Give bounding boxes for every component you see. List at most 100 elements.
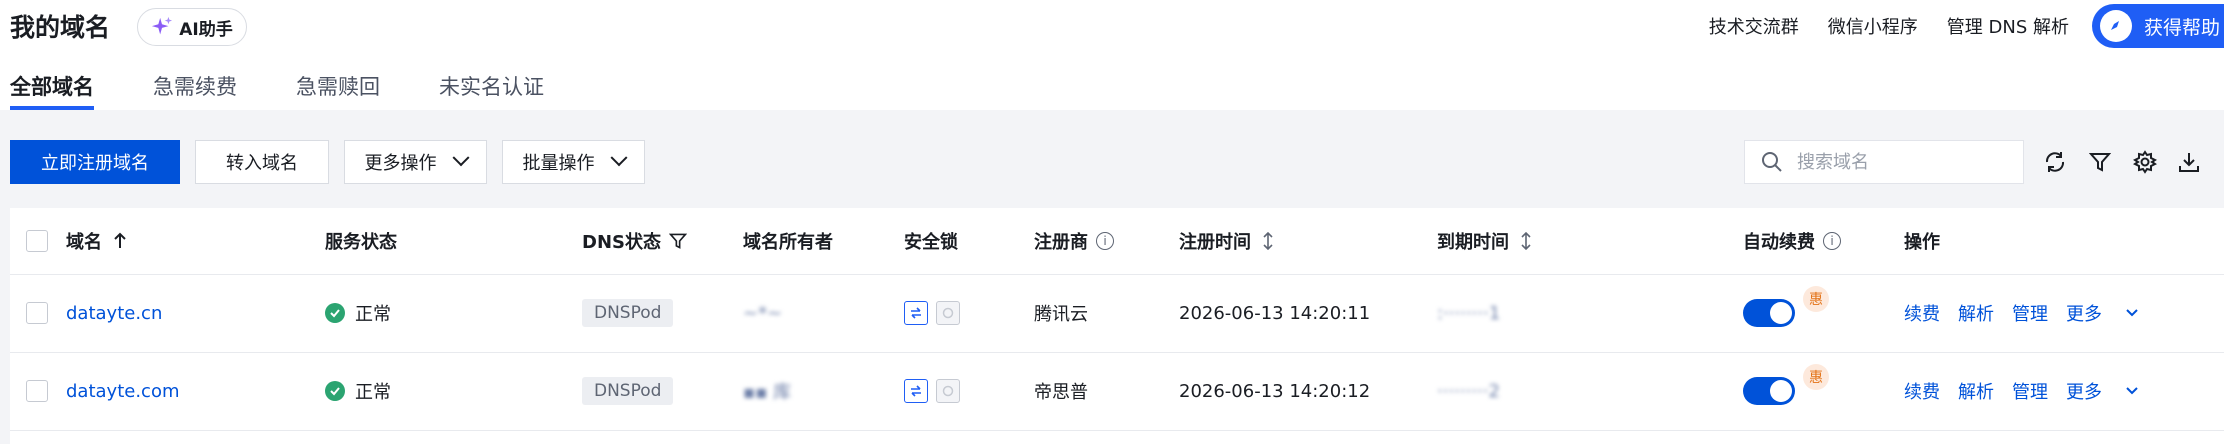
row-actions: 续费 解析 管理 更多 xyxy=(1904,366,2156,416)
status-text: 正常 xyxy=(355,304,391,325)
get-help-button[interactable]: 获得帮助 xyxy=(2092,4,2224,48)
column-header-actions: 操作 xyxy=(1904,232,1940,253)
column-header-dns-status[interactable]: DNS状态 xyxy=(582,208,687,274)
more-link[interactable]: 更多 xyxy=(2066,300,2138,326)
auto-renew-cell xyxy=(1743,288,1795,338)
reg-time-cell: 2026-06-13 14:20:12 xyxy=(1179,380,1371,402)
download-icon[interactable] xyxy=(2175,148,2203,176)
transfer-lock-icon[interactable] xyxy=(904,301,928,325)
column-header-expire-time[interactable]: 到期时间 xyxy=(1437,208,1531,274)
refresh-icon[interactable] xyxy=(2041,148,2069,176)
manage-link[interactable]: 管理 xyxy=(2012,378,2048,404)
service-status-cell: 正常 xyxy=(325,366,391,416)
info-icon[interactable]: i xyxy=(1096,232,1114,250)
renew-link[interactable]: 续费 xyxy=(1904,300,1940,326)
check-circle-icon xyxy=(325,303,345,323)
renew-link[interactable]: 续费 xyxy=(1904,378,1940,404)
column-auto-renew-label: 自动续费 xyxy=(1743,232,1815,253)
more-actions-dropdown[interactable]: 更多操作 xyxy=(344,140,487,184)
column-reg-time-label: 注册时间 xyxy=(1179,232,1251,253)
auto-renew-cell xyxy=(1743,366,1795,416)
column-header-owner: 域名所有者 xyxy=(743,232,833,253)
filter-icon xyxy=(668,233,687,249)
chevron-down-icon xyxy=(610,149,627,167)
tab-unverified[interactable]: 未实名认证 xyxy=(439,70,544,104)
dns-tag: DNSPod xyxy=(582,377,674,405)
info-icon[interactable]: i xyxy=(1823,232,1841,250)
column-domain-label: 域名 xyxy=(66,232,102,253)
chevron-down-icon xyxy=(2126,309,2138,317)
column-header-registrar: 注册商 i xyxy=(1034,208,1114,274)
ai-assistant-label: AI助手 xyxy=(179,19,233,40)
dns-tag: DNSPod xyxy=(582,299,674,327)
tab-urgent-renew[interactable]: 急需续费 xyxy=(153,70,237,104)
sort-icon xyxy=(1263,232,1273,250)
wechat-miniprogram-link[interactable]: 微信小程序 xyxy=(1828,14,1918,42)
tech-group-link[interactable]: 技术交流群 xyxy=(1709,14,1799,42)
more-link[interactable]: 更多 xyxy=(2066,378,2138,404)
dns-status-cell: DNSPod xyxy=(582,288,674,338)
column-dns-label: DNS状态 xyxy=(582,232,661,253)
divider xyxy=(10,352,2224,353)
update-lock-icon[interactable] xyxy=(936,379,960,403)
status-text: 正常 xyxy=(355,382,391,403)
update-lock-icon[interactable] xyxy=(936,301,960,325)
service-status-cell: 正常 xyxy=(325,288,391,338)
discount-badge[interactable]: 惠 xyxy=(1803,286,1829,312)
manage-link[interactable]: 管理 xyxy=(2012,300,2048,326)
divider xyxy=(10,430,2224,431)
lock-cell xyxy=(904,288,960,338)
domain-link[interactable]: datayte.com xyxy=(66,366,180,416)
search-box xyxy=(1744,140,2024,184)
page-header: 我的域名 AI助手 技术交流群 微信小程序 管理 DNS 解析 获得帮助 全部域… xyxy=(0,0,2224,110)
resolve-link[interactable]: 解析 xyxy=(1958,378,1994,404)
filter-icon[interactable] xyxy=(2086,148,2114,176)
column-expire-time-label: 到期时间 xyxy=(1437,232,1509,253)
column-header-domain[interactable]: 域名 xyxy=(66,208,126,274)
domain-tabs: 全部域名 急需续费 急需赎回 未实名认证 xyxy=(10,70,603,110)
column-header-reg-time[interactable]: 注册时间 xyxy=(1179,208,1273,274)
get-help-label: 获得帮助 xyxy=(2144,16,2221,39)
sort-ascending-icon xyxy=(114,232,126,248)
check-circle-icon xyxy=(325,381,345,401)
transfer-lock-icon[interactable] xyxy=(904,379,928,403)
page-title: 我的域名 xyxy=(10,13,111,42)
search-input[interactable] xyxy=(1795,150,1999,174)
more-actions-label: 更多操作 xyxy=(364,153,437,174)
expire-time-cell: :········1 xyxy=(1437,302,1501,324)
owner-cell: ▪▪ 库 xyxy=(743,382,792,403)
column-header-lock: 安全锁 xyxy=(904,232,958,253)
row-actions: 续费 解析 管理 更多 xyxy=(1904,288,2156,338)
registrar-cell: 腾讯云 xyxy=(1034,304,1088,325)
compass-icon xyxy=(2100,10,2132,42)
owner-cell: ~*~ xyxy=(743,302,783,324)
column-header-service-status: 服务状态 xyxy=(325,232,397,253)
select-all-checkbox[interactable] xyxy=(26,230,48,252)
auto-renew-toggle[interactable] xyxy=(1743,377,1795,405)
transfer-domain-button[interactable]: 转入域名 xyxy=(195,140,329,184)
auto-renew-toggle[interactable] xyxy=(1743,299,1795,327)
divider xyxy=(10,274,2224,275)
tab-urgent-redeem[interactable]: 急需赎回 xyxy=(296,70,380,104)
registrar-cell: 帝思普 xyxy=(1034,382,1088,403)
settings-icon[interactable] xyxy=(2131,148,2159,176)
chevron-down-icon xyxy=(452,149,469,167)
register-domain-button[interactable]: 立即注册域名 xyxy=(10,140,180,184)
domain-link[interactable]: datayte.cn xyxy=(66,288,162,338)
column-header-auto-renew: 自动续费 i xyxy=(1743,208,1841,274)
dns-status-cell: DNSPod xyxy=(582,366,674,416)
resolve-link[interactable]: 解析 xyxy=(1958,300,1994,326)
ai-assistant-button[interactable]: AI助手 xyxy=(137,8,247,46)
batch-actions-label: 批量操作 xyxy=(522,153,595,174)
tab-all-domains[interactable]: 全部域名 xyxy=(10,70,94,110)
row-checkbox[interactable] xyxy=(26,380,48,402)
manage-dns-link[interactable]: 管理 DNS 解析 xyxy=(1947,14,2069,42)
register-domain-label: 立即注册域名 xyxy=(41,153,149,174)
search-icon xyxy=(1762,152,1782,172)
row-checkbox[interactable] xyxy=(26,302,48,324)
batch-actions-dropdown[interactable]: 批量操作 xyxy=(502,140,645,184)
chevron-down-icon xyxy=(2126,387,2138,395)
sparkle-icon xyxy=(152,16,173,35)
discount-badge[interactable]: 惠 xyxy=(1803,364,1829,390)
reg-time-cell: 2026-06-13 14:20:11 xyxy=(1179,302,1371,324)
